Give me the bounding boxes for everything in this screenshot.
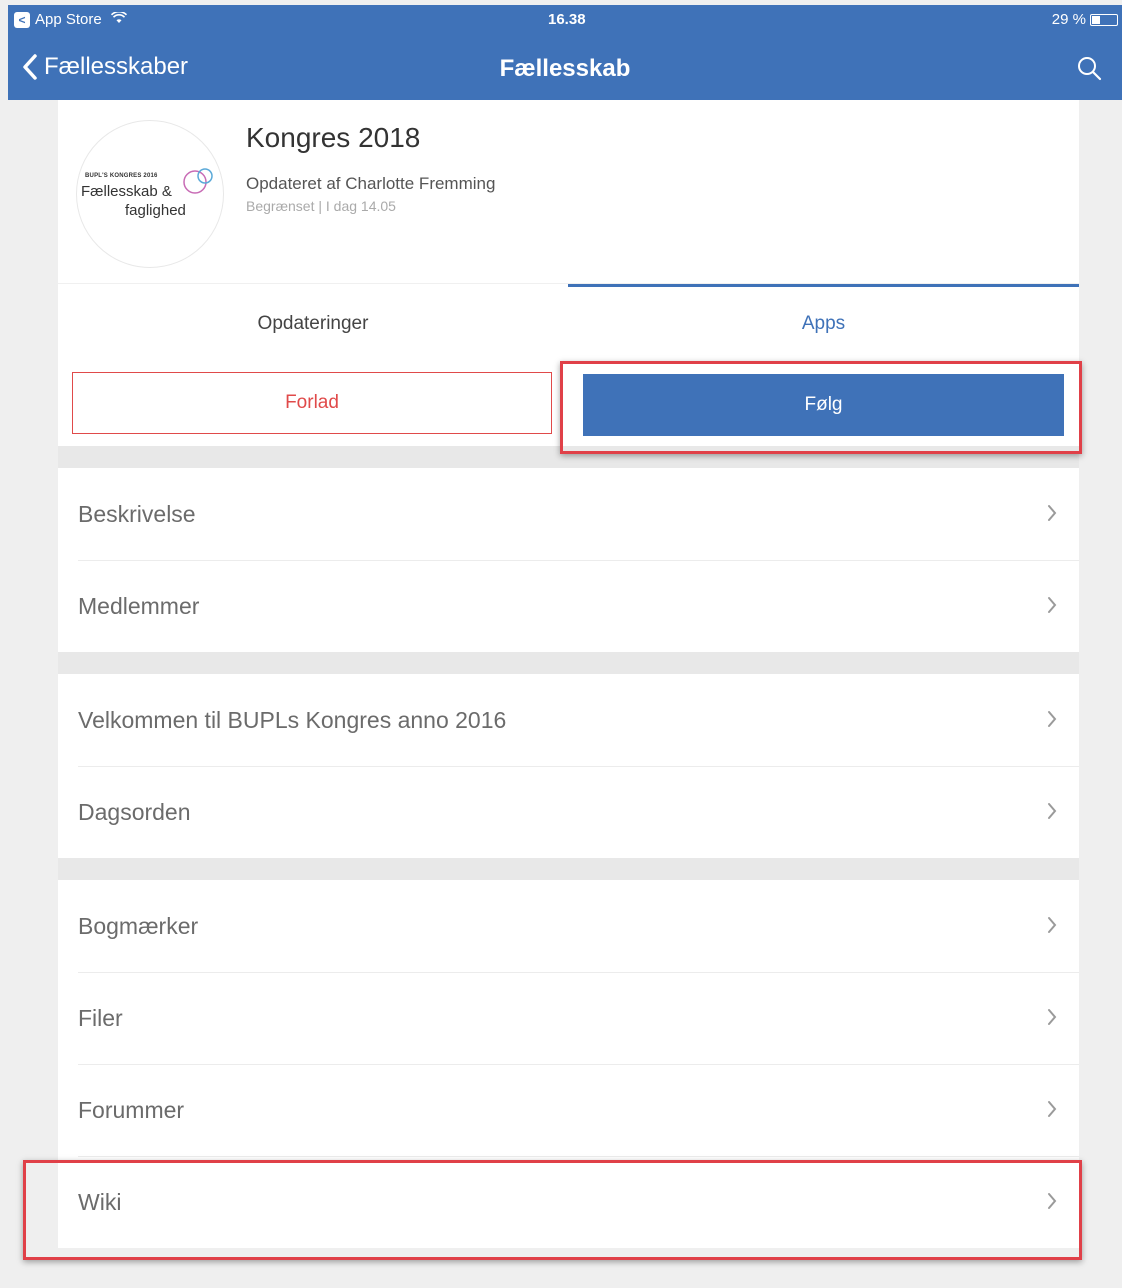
list-item-dagsorden[interactable]: Dagsorden [58,766,1079,858]
logo-line-2: faglighed [125,202,186,219]
list-item-forummer[interactable]: Forummer [58,1064,1079,1156]
chevron-right-icon [1048,917,1057,933]
search-icon[interactable] [1076,55,1102,86]
chevron-right-icon [1048,803,1057,819]
status-carrier: < App Store [14,10,127,28]
wifi-icon [110,10,127,27]
tab-opdateringer[interactable]: Opdateringer [58,284,568,360]
community-meta: Begrænset | I dag 14.05 [246,198,396,214]
list-item-beskrivelse[interactable]: Beskrivelse [58,468,1079,560]
updated-by: Opdateret af Charlotte Fremming [246,174,496,193]
community-title: Kongres 2018 [246,122,421,153]
list-item-filer[interactable]: Filer [58,972,1079,1064]
list-item-label: Beskrivelse [78,501,196,527]
list-item-label: Medlemmer [78,593,200,619]
carrier-label: App Store [35,11,102,28]
list-item-label: Forummer [78,1097,185,1123]
community-header: BUPL'S KONGRES 2016 Fællesskab & fagligh… [58,100,1079,283]
page-title: Fællesskab [499,55,631,82]
list-item-label: Dagsorden [78,799,191,825]
logo-line-1: Fællesskab & [81,183,172,200]
community-logo: BUPL'S KONGRES 2016 Fællesskab & fagligh… [76,120,224,268]
tab-apps[interactable]: Apps [568,284,1079,363]
battery-icon [1090,13,1118,26]
app-header: < App Store 16.38 29 % Fællesskaber Fæll… [8,5,1122,100]
chevron-right-icon [1048,597,1057,613]
list-item-label: Bogmærker [78,913,199,939]
chevron-right-icon [1048,711,1057,727]
logo-bubbles-icon [183,168,213,194]
list-item-bogmaerker[interactable]: Bogmærker [58,880,1079,972]
chevron-right-icon [1048,1193,1057,1209]
chevron-right-icon [1048,505,1057,521]
tab-bar: Opdateringer Apps [58,283,1079,362]
section-divider [58,446,1079,468]
section-divider [58,652,1079,674]
logo-caption: BUPL'S KONGRES 2016 [85,173,158,179]
battery-percent: 29 % [1051,11,1086,28]
chevron-right-icon [1048,1009,1057,1025]
list-item-label: Wiki [78,1189,122,1215]
list-item-medlemmer[interactable]: Medlemmer [58,560,1079,652]
list-item-velkommen[interactable]: Velkommen til BUPLs Kongres anno 2016 [58,674,1079,766]
list-item-label: Velkommen til BUPLs Kongres anno 2016 [78,707,507,733]
navigation-bar: Fællesskaber Fællesskab [8,43,1122,93]
action-buttons: Forlad Følg [58,362,1079,446]
follow-button[interactable]: Følg [583,374,1064,436]
section-divider [58,858,1079,880]
back-to-app-icon[interactable]: < [14,11,30,28]
community-content: BUPL'S KONGRES 2016 Fællesskab & fagligh… [58,100,1079,1248]
leave-button[interactable]: Forlad [72,372,552,434]
list-item-label: Filer [78,1005,123,1031]
list-item-wiki[interactable]: Wiki [58,1156,1079,1248]
status-battery: 29 % [1052,11,1118,28]
status-bar: < App Store 16.38 29 % [8,5,1122,35]
status-time: 16.38 [548,11,586,28]
chevron-right-icon [1048,1101,1057,1117]
